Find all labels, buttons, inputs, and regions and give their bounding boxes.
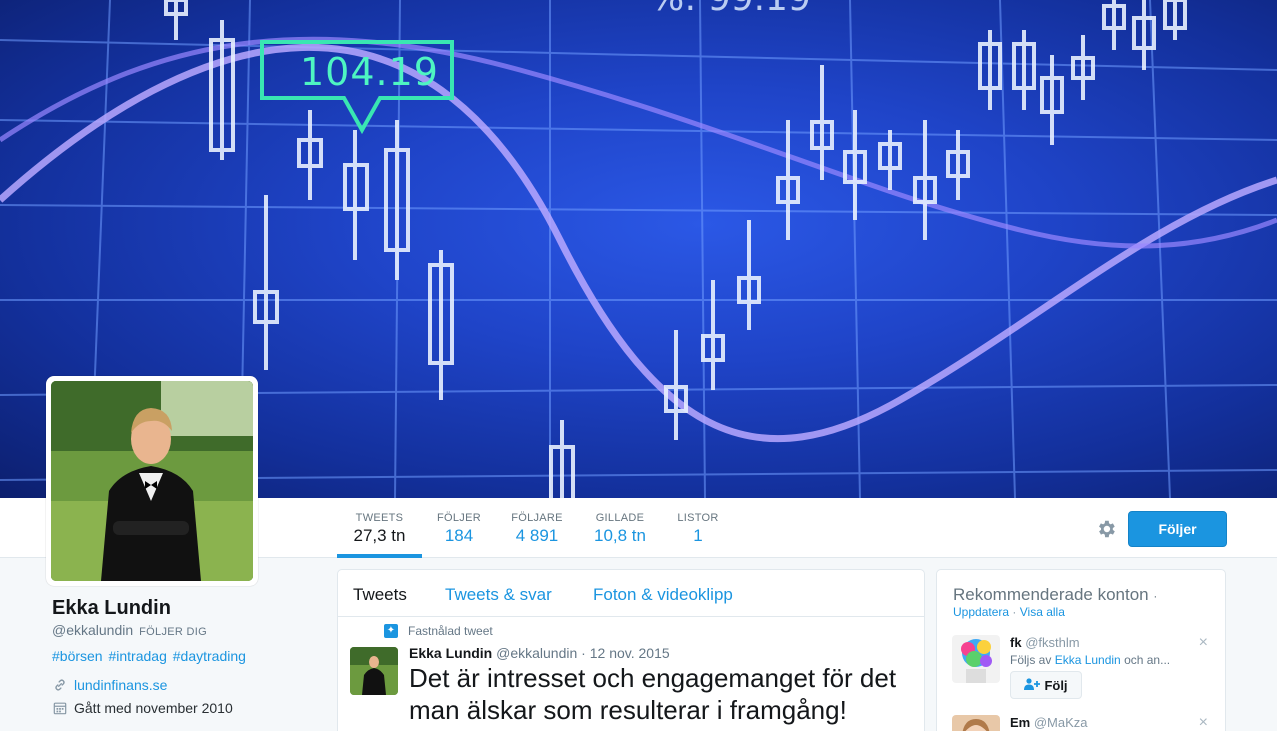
tab-tweets-replies[interactable]: Tweets & svar: [445, 585, 552, 605]
wtf-separator: ·: [1012, 605, 1017, 619]
timeline-tabs: Tweets Tweets & svar Foton & videoklipp: [338, 570, 924, 617]
stat-label: FÖLJARE: [511, 512, 563, 524]
view-all-link[interactable]: Visa alla: [1020, 605, 1065, 619]
stat-value: 10,8 tn: [594, 526, 646, 545]
avatar-photo: [51, 381, 253, 581]
stat-label: GILLADE: [595, 512, 645, 524]
add-user-icon: [1024, 677, 1041, 693]
followed-by-link[interactable]: Ekka Lundin: [1055, 653, 1121, 667]
stat-following[interactable]: FÖLJER 184: [430, 498, 488, 558]
wtf-links: Uppdatera · Visa alla: [953, 605, 1065, 619]
hashtag-link[interactable]: #daytrading: [173, 648, 246, 664]
stat-lists[interactable]: LISTOR 1: [670, 498, 726, 558]
profile-name[interactable]: Ekka Lundin: [52, 597, 171, 620]
website-link[interactable]: lundinfinans.se: [74, 677, 167, 693]
avatar[interactable]: [46, 376, 258, 586]
tweet-avatar[interactable]: [350, 647, 398, 695]
pinned-tweet-label: ✦ Fastnålad tweet: [384, 624, 493, 638]
follows-you-badge: FÖLJER DIG: [139, 626, 207, 638]
tweet-author-name[interactable]: Ekka Lundin: [409, 645, 492, 661]
who-to-follow: Rekommenderade konton · Uppdatera · Visa…: [936, 569, 1226, 731]
recommended-name[interactable]: Em: [1010, 715, 1030, 730]
recommended-name[interactable]: fk: [1010, 635, 1022, 650]
link-icon: [52, 677, 68, 693]
recommended-name-row: fk @fksthlm: [1010, 635, 1080, 650]
recommended-context: Följs av Ekka Lundin och an...: [1010, 653, 1200, 667]
joined-text: Gått med november 2010: [74, 700, 233, 716]
calendar-icon: [52, 700, 68, 716]
recommended-avatar[interactable]: [952, 635, 1000, 683]
recommended-name-row: Em @MaKza: [1010, 715, 1088, 730]
stat-tweets[interactable]: TWEETS 27,3 tn: [337, 498, 422, 558]
recommended-account: fk @fksthlm Följs av Ekka Lundin och an.…: [952, 635, 1214, 705]
dismiss-icon[interactable]: ×: [1199, 715, 1208, 731]
price-label: 104.19: [300, 50, 439, 94]
dismiss-icon[interactable]: ×: [1199, 635, 1208, 651]
recommended-account: Em @MaKza ×: [952, 715, 1214, 731]
stat-value: 1: [693, 526, 703, 545]
recommended-avatar[interactable]: [952, 715, 1000, 731]
refresh-link[interactable]: Uppdatera: [953, 605, 1009, 619]
recommended-follow-button[interactable]: Följ: [1010, 671, 1082, 699]
stat-value: 27,3 tn: [353, 526, 406, 545]
stat-value: 184: [444, 526, 474, 545]
tweet-separator: ·: [581, 645, 586, 661]
stat-likes[interactable]: GILLADE 10,8 tn: [588, 498, 652, 558]
hashtag-link[interactable]: #börsen: [52, 648, 103, 664]
profile-handle[interactable]: @ekkalundin: [52, 622, 133, 638]
stat-label: TWEETS: [355, 512, 404, 524]
wtf-title-dot: ·: [1153, 589, 1158, 603]
followed-by-prefix: Följs av: [1010, 653, 1052, 667]
tweet-date[interactable]: 12 nov. 2015: [590, 645, 670, 661]
follow-button[interactable]: Följer: [1128, 511, 1227, 547]
recommended-handle[interactable]: @fksthlm: [1025, 635, 1079, 650]
tweet-author-handle[interactable]: @ekkalundin: [496, 645, 577, 661]
wtf-title-row: Rekommenderade konton ·: [953, 585, 1157, 605]
pinned-text: Fastnålad tweet: [408, 624, 493, 638]
profile-website: lundinfinans.se: [52, 677, 167, 693]
tweet-text: Det är intresset och engagemanget för de…: [409, 663, 897, 725]
profile-joined: Gått med november 2010: [52, 700, 233, 716]
banner-top-label: %: 99.19: [650, 0, 811, 19]
stat-label: FÖLJER: [437, 512, 481, 524]
profile-bio: #börsen #intradag #daytrading: [52, 648, 248, 664]
gear-icon[interactable]: [1095, 518, 1117, 540]
stat-value: 4 891: [515, 526, 559, 545]
stat-followers[interactable]: FÖLJARE 4 891: [504, 498, 570, 558]
recommended-handle[interactable]: @MaKza: [1034, 715, 1088, 730]
stat-label: LISTOR: [677, 512, 719, 524]
tab-media[interactable]: Foton & videoklipp: [593, 585, 733, 605]
followed-by-suffix: och an...: [1124, 653, 1171, 667]
wtf-title: Rekommenderade konton: [953, 585, 1149, 604]
hashtag-link[interactable]: #intradag: [108, 648, 166, 664]
pin-icon: ✦: [384, 624, 398, 638]
tweet-header: Ekka Lundin @ekkalundin · 12 nov. 2015: [409, 645, 670, 661]
timeline: Tweets Tweets & svar Foton & videoklipp …: [337, 569, 925, 731]
tab-tweets[interactable]: Tweets: [353, 585, 407, 605]
profile-handle-row: @ekkalundin FÖLJER DIG: [52, 622, 207, 638]
recommended-follow-label: Följ: [1044, 677, 1068, 693]
